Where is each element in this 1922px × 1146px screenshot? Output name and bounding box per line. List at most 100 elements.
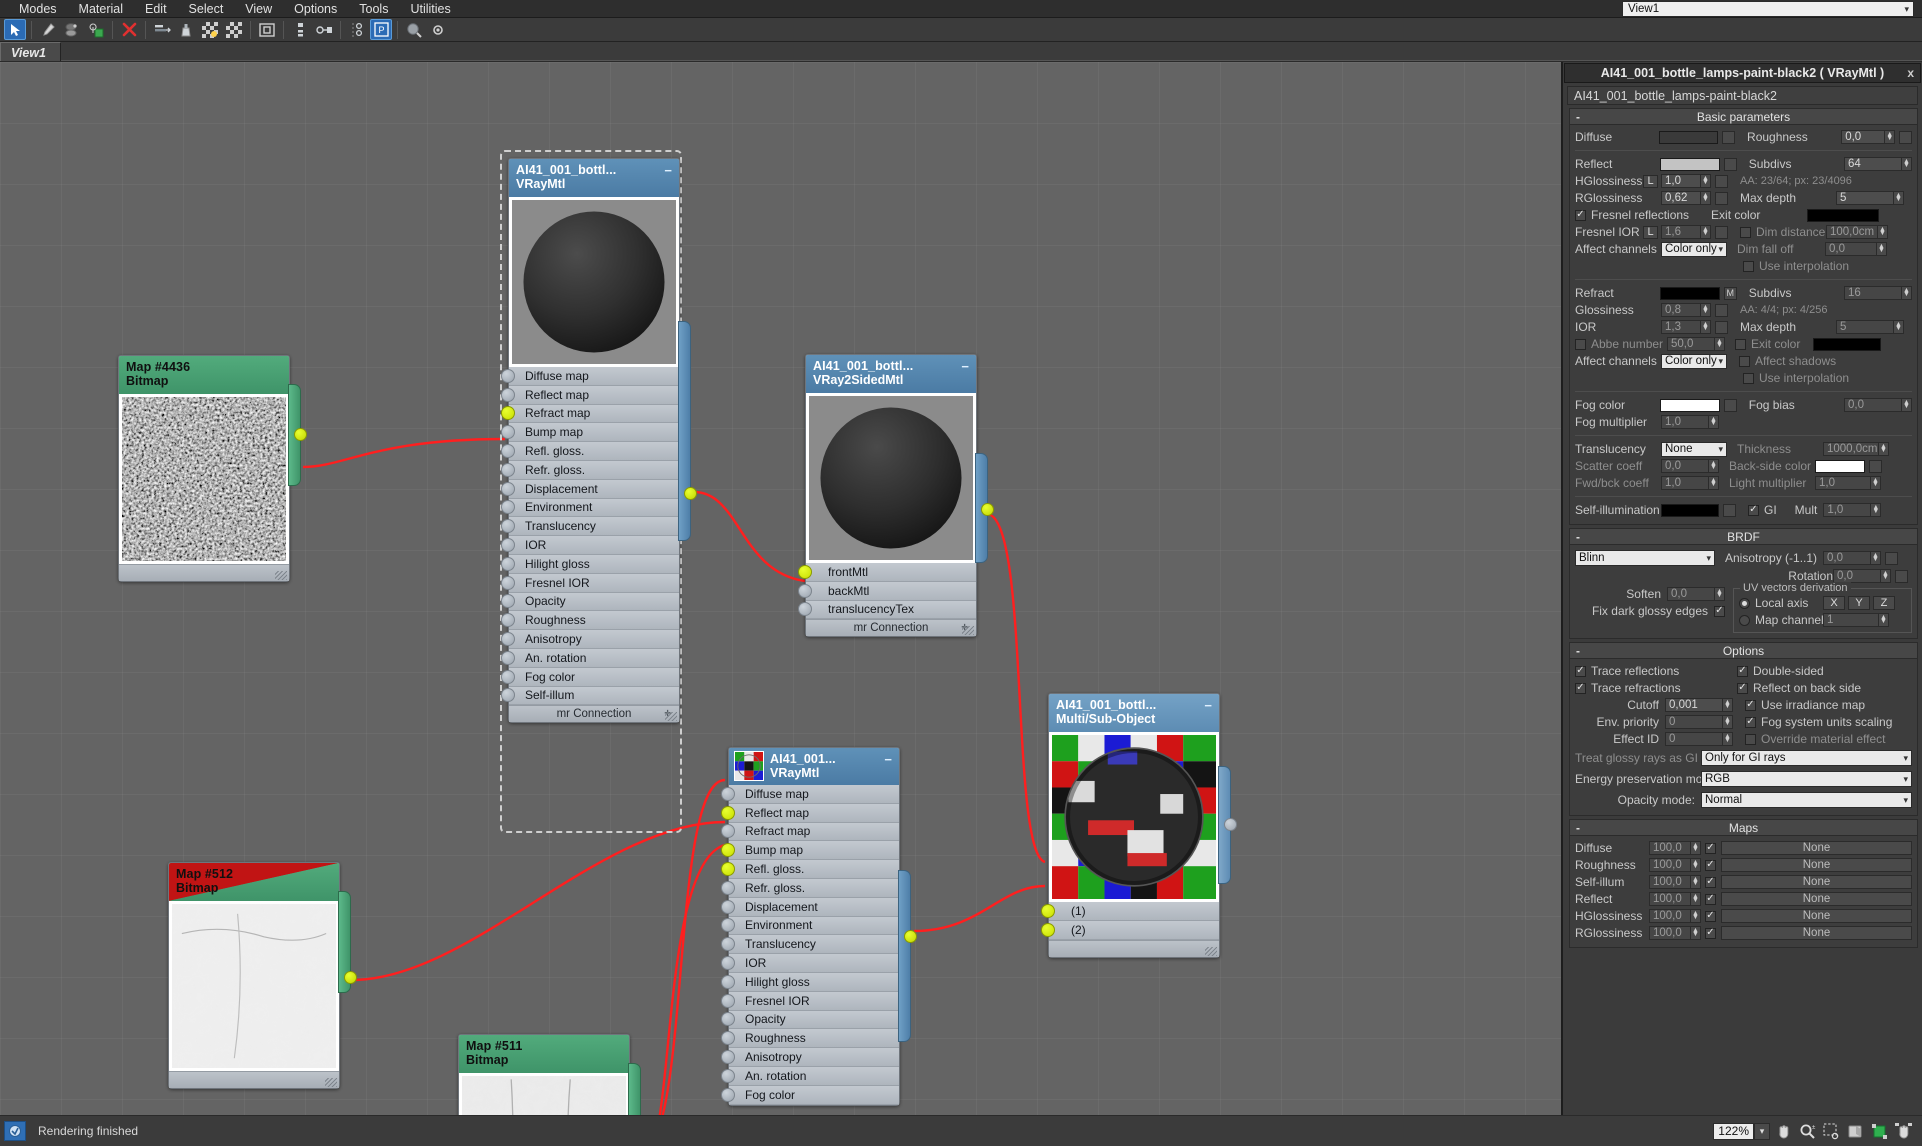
refract-affect-channels-dropdown[interactable]: Color only ▾ (1661, 353, 1727, 369)
affect-shadows-checkbox[interactable] (1739, 355, 1750, 367)
refract-color-swatch[interactable] (1660, 286, 1720, 300)
hglossiness-spinner[interactable]: ▲ ▼ (1701, 174, 1711, 188)
node-input-slot[interactable]: Refr. gloss. (501, 460, 679, 480)
node-header[interactable]: AI41_001_bottl... VRayMtl − (509, 159, 679, 197)
render-status-icon[interactable] (4, 1121, 26, 1141)
rotation-value[interactable]: 0,0 (1833, 569, 1881, 583)
input-socket[interactable] (721, 1031, 735, 1046)
rollup-collapse-icon[interactable]: - (1576, 644, 1580, 658)
input-socket[interactable] (501, 669, 515, 684)
diffuse-color-swatch[interactable] (1659, 130, 1719, 144)
select-by-material-icon[interactable] (403, 19, 425, 40)
refract-exit-color-swatch[interactable] (1813, 337, 1881, 351)
node-input-slot[interactable]: frontMtl (798, 563, 976, 582)
node-input-slot[interactable]: Fog color (501, 667, 679, 687)
output-socket[interactable] (684, 487, 697, 500)
double-sided-checkbox[interactable]: ✓ (1737, 665, 1748, 677)
maps-row-enable-checkbox[interactable]: ✓ (1705, 927, 1716, 939)
node-input-slot[interactable]: translucencyTex (798, 600, 976, 620)
input-socket[interactable] (798, 583, 812, 598)
input-socket[interactable] (721, 993, 735, 1008)
map-channel-value[interactable]: 1 (1823, 613, 1879, 627)
input-socket[interactable] (721, 1087, 735, 1102)
use-interpolation-reflect-checkbox[interactable] (1743, 260, 1754, 272)
rollup-collapse-icon[interactable]: - (1576, 530, 1580, 544)
dim-distance-checkbox[interactable] (1740, 226, 1751, 238)
maps-row-spinner[interactable]: ▲ ▼ (1691, 909, 1701, 923)
input-socket[interactable] (721, 974, 735, 989)
hglossiness-lock-button[interactable]: L (1643, 174, 1658, 188)
refract-subdivs-value[interactable]: 16 (1843, 286, 1902, 300)
node-input-slot[interactable]: Roughness (501, 611, 679, 631)
zoom-region-icon[interactable] (1821, 1121, 1842, 1141)
put-material-icon[interactable] (175, 19, 197, 40)
show-shaded-material-icon[interactable] (85, 19, 107, 40)
override-material-effect-checkbox[interactable] (1745, 733, 1756, 745)
rollup-collapse-icon[interactable]: - (1576, 110, 1580, 124)
move-children-icon[interactable] (151, 19, 173, 40)
exit-color-swatch[interactable] (1807, 208, 1880, 222)
reflect-color-swatch[interactable] (1660, 157, 1720, 171)
trace-refractions-checkbox[interactable]: ✓ (1575, 682, 1586, 694)
scatter-coeff-spinner[interactable]: ▲ ▼ (1709, 459, 1719, 473)
node-input-slot[interactable]: Reflect map (501, 385, 679, 405)
maps-row-amount[interactable]: 100,0 (1649, 909, 1691, 923)
local-axis-radio[interactable] (1739, 597, 1750, 609)
output-socket[interactable] (1224, 818, 1237, 831)
input-socket[interactable] (721, 937, 735, 952)
maps-row-spinner[interactable]: ▲ ▼ (1691, 892, 1701, 906)
node-input-slot[interactable]: (2) (1041, 920, 1219, 940)
fix-dark-glossy-edges-checkbox[interactable]: ✓ (1714, 605, 1725, 617)
zoom-extents-selected-icon[interactable] (1869, 1121, 1890, 1141)
node-input-slot[interactable]: Roughness (721, 1029, 899, 1049)
tab-view1[interactable]: View1 (0, 42, 61, 61)
node-output-tab[interactable] (628, 1063, 641, 1115)
arrow-cursor-icon[interactable] (4, 19, 26, 40)
view-selector-dropdown[interactable]: View1 ▾ (1622, 1, 1914, 17)
zoom-icon[interactable]: ± (1797, 1121, 1818, 1141)
menu-item-modes[interactable]: Modes (8, 1, 68, 17)
input-socket-connected[interactable] (721, 862, 735, 877)
maps-row-enable-checkbox[interactable]: ✓ (1705, 893, 1716, 905)
resize-grip-icon[interactable] (1205, 946, 1217, 956)
maps-row-enable-checkbox[interactable]: ✓ (1705, 859, 1716, 871)
resize-grip-icon[interactable] (325, 1078, 337, 1087)
maps-row-map-button[interactable]: None (1721, 926, 1912, 940)
menu-item-select[interactable]: Select (178, 1, 235, 17)
node-input-slot[interactable]: Displacement (501, 479, 679, 499)
soften-value[interactable]: 0,0 (1667, 587, 1715, 601)
maps-row-map-button[interactable]: None (1721, 858, 1912, 872)
node-header[interactable]: Map #512 Bitmap (169, 863, 339, 901)
trace-reflections-checkbox[interactable]: ✓ (1575, 665, 1586, 677)
abbe-number-checkbox[interactable] (1575, 338, 1586, 350)
input-socket[interactable] (501, 556, 515, 571)
maps-row-amount[interactable]: 100,0 (1649, 892, 1691, 906)
rollup-header-maps[interactable]: - Maps (1570, 820, 1917, 836)
node-input-slot[interactable]: Hilight gloss (501, 554, 679, 574)
input-socket[interactable] (721, 918, 735, 933)
fwd-bck-coeff-value[interactable]: 1,0 (1661, 476, 1709, 490)
node-input-slot[interactable]: Bump map (721, 841, 899, 861)
node-input-slot[interactable]: Refl. gloss. (721, 860, 899, 879)
node-input-slot[interactable]: Anisotropy (501, 630, 679, 649)
node-map-511[interactable]: Map #511 Bitmap (458, 1034, 641, 1115)
self-illumination-map-button[interactable] (1723, 503, 1736, 517)
input-socket[interactable] (501, 481, 515, 496)
treat-glossy-gi-dropdown[interactable]: Only for GI rays ▾ (1701, 750, 1912, 766)
thickness-spinner[interactable]: ▲ ▼ (1879, 442, 1889, 456)
node-footer[interactable]: mr Connection + (806, 619, 976, 637)
node-input-slot[interactable]: Environment (501, 498, 679, 518)
input-socket[interactable] (501, 425, 515, 440)
fog-multiplier-value[interactable]: 1,0 (1661, 415, 1709, 429)
input-socket-connected[interactable] (1041, 922, 1055, 937)
assign-material-icon[interactable] (61, 19, 83, 40)
input-socket[interactable] (501, 575, 515, 590)
maps-row-spinner[interactable]: ▲ ▼ (1691, 875, 1701, 889)
dim-distance-spinner[interactable]: ▲ ▼ (1878, 225, 1888, 239)
anisotropy-map-button[interactable] (1885, 551, 1898, 565)
input-socket[interactable] (721, 824, 735, 839)
use-irradiance-map-checkbox[interactable]: ✓ (1745, 699, 1756, 711)
use-interpolation-refract-checkbox[interactable] (1743, 372, 1754, 384)
self-illumination-swatch[interactable] (1661, 503, 1719, 517)
node-output-tab[interactable] (678, 321, 691, 541)
